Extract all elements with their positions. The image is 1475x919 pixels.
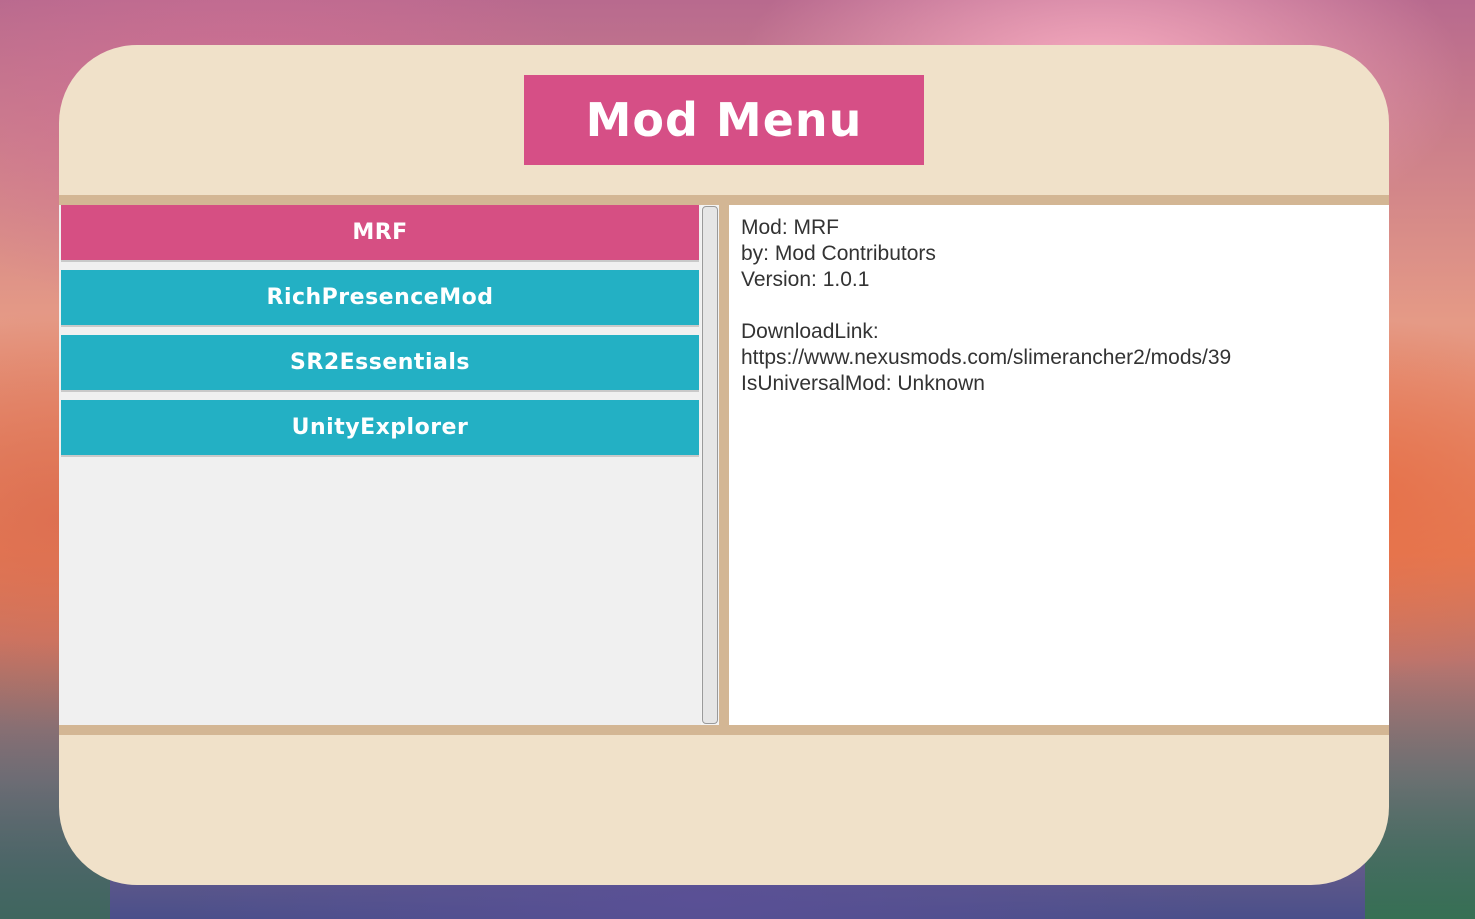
mod-list: MRF RichPresenceMod SR2Essentials UnityE… <box>59 205 701 725</box>
detail-universal: IsUniversalMod: Unknown <box>741 372 985 395</box>
scrollbar-thumb[interactable] <box>702 206 718 724</box>
content-area: MRF RichPresenceMod SR2Essentials UnityE… <box>59 205 1389 725</box>
bottom-divider <box>59 725 1389 735</box>
mod-list-item-unityexplorer[interactable]: UnityExplorer <box>61 400 699 457</box>
mod-menu-panel: Mod Menu MRF RichPresenceMod SR2Essentia… <box>59 45 1389 885</box>
detail-version: Version: 1.0.1 <box>741 268 870 291</box>
detail-download-label: DownloadLink: <box>741 320 879 343</box>
detail-author: by: Mod Contributors <box>741 242 936 265</box>
title-banner: Mod Menu <box>524 75 924 165</box>
mod-list-scrollbar[interactable] <box>701 205 719 725</box>
page-title: Mod Menu <box>585 93 863 147</box>
top-divider <box>59 195 1389 205</box>
detail-download-url[interactable]: https://www.nexusmods.com/slimerancher2/… <box>741 345 1377 371</box>
mod-list-item-richpresencemod[interactable]: RichPresenceMod <box>61 270 699 327</box>
detail-spacer <box>741 293 1377 319</box>
detail-mod-name: Mod: MRF <box>741 216 840 239</box>
mod-list-item-sr2essentials[interactable]: SR2Essentials <box>61 335 699 392</box>
mod-details-panel: Mod: MRF by: Mod Contributors Version: 1… <box>729 205 1389 725</box>
mod-list-item-mrf[interactable]: MRF <box>61 205 699 262</box>
